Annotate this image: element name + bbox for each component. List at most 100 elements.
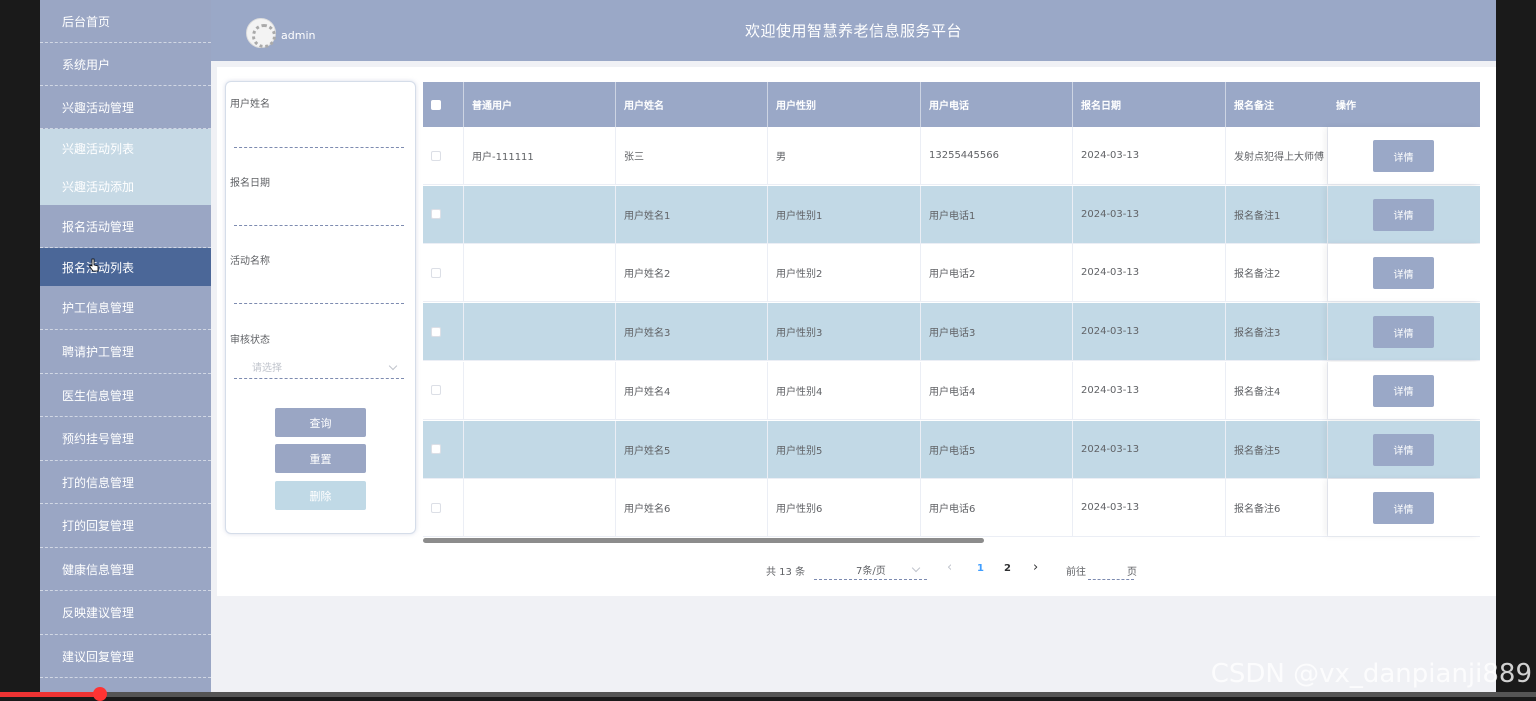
column-header[interactable]: 用户性别 bbox=[768, 82, 921, 127]
table-row[interactable]: 用户-111111张三男132554455662024-03-13发射点犯得上大… bbox=[423, 127, 1480, 185]
sidebar-item-interest-activity-mgmt[interactable]: 兴趣活动管理 bbox=[40, 86, 211, 129]
table-cell-user bbox=[464, 479, 616, 536]
table-cell-name: 用户姓名1 bbox=[616, 186, 768, 243]
sidebar-item-label: 打的回复管理 bbox=[62, 517, 134, 534]
table-cell-note: 报名备注5 bbox=[1226, 421, 1328, 478]
goto-suffix: 页 bbox=[1127, 563, 1137, 578]
detail-button[interactable]: 详情 bbox=[1373, 375, 1434, 407]
table-cell-name: 张三 bbox=[616, 127, 768, 184]
table-row[interactable]: 用户姓名6用户性别6用户电话62024-03-13报名备注6详情 bbox=[423, 479, 1480, 537]
sidebar-item-signup-activity-list[interactable]: 报名活动列表 bbox=[40, 248, 211, 286]
detail-button[interactable]: 详情 bbox=[1373, 434, 1434, 466]
table-cell-user bbox=[464, 244, 616, 301]
sidebar-item-label: 护工信息管理 bbox=[62, 299, 134, 316]
action-cell: 详情 bbox=[1328, 127, 1480, 184]
table-row[interactable]: 用户姓名2用户性别2用户电话22024-03-13报名备注2详情 bbox=[423, 244, 1480, 302]
table-cell-phone: 用户电话6 bbox=[921, 479, 1073, 536]
sidebar-item-feedback-reply-mgmt[interactable]: 建议回复管理 bbox=[40, 635, 211, 678]
table-row[interactable]: 用户姓名1用户性别1用户电话12024-03-13报名备注1详情 bbox=[423, 186, 1480, 244]
column-header[interactable]: 报名日期 bbox=[1073, 82, 1226, 127]
table-cell-phone: 用户电话4 bbox=[921, 362, 1073, 419]
page-number-1[interactable]: 1 bbox=[977, 563, 984, 574]
column-header[interactable]: 用户电话 bbox=[921, 82, 1073, 127]
chevron-down-icon bbox=[389, 362, 397, 370]
horizontal-scrollbar[interactable] bbox=[423, 538, 984, 543]
table-cell-date: 2024-03-13 bbox=[1073, 186, 1226, 243]
page-size-select[interactable]: 7条/页 bbox=[814, 560, 927, 580]
signup-date-input[interactable] bbox=[234, 202, 404, 226]
sidebar-item-label: 健康信息管理 bbox=[62, 561, 134, 578]
table-cell-gender: 用户性别3 bbox=[768, 303, 921, 360]
sidebar-item-label: 反映建议管理 bbox=[62, 604, 134, 621]
user-name-input[interactable] bbox=[234, 124, 404, 148]
row-checkbox[interactable] bbox=[431, 268, 441, 278]
sidebar-item-system-users[interactable]: 系统用户 bbox=[40, 43, 211, 86]
select-all-checkbox[interactable] bbox=[431, 100, 441, 110]
table-cell-note: 发射点犯得上大师傅 bbox=[1226, 127, 1328, 184]
sidebar-item-label: 医生信息管理 bbox=[62, 387, 134, 404]
table-row[interactable]: 用户姓名4用户性别4用户电话42024-03-13报名备注4详情 bbox=[423, 362, 1480, 420]
detail-button[interactable]: 详情 bbox=[1373, 257, 1434, 289]
table-cell-user: 用户-111111 bbox=[464, 127, 616, 184]
sidebar-item-hire-caregiver-mgmt[interactable]: 聘请护工管理 bbox=[40, 330, 211, 374]
signup-date-label: 报名日期 bbox=[230, 174, 270, 189]
column-header[interactable]: 普通用户 bbox=[464, 82, 616, 127]
sidebar-item-taxi-reply-mgmt[interactable]: 打的回复管理 bbox=[40, 504, 211, 548]
table-cell-user bbox=[464, 421, 616, 478]
table-cell-gender: 用户性别1 bbox=[768, 186, 921, 243]
table-row[interactable]: 用户姓名5用户性别5用户电话52024-03-13报名备注5详情 bbox=[423, 421, 1480, 479]
table-cell-note: 报名备注1 bbox=[1226, 186, 1328, 243]
sidebar-item-home[interactable]: 后台首页 bbox=[40, 0, 211, 43]
sidebar-item-interest-activity-add[interactable]: 兴趣活动添加 bbox=[40, 167, 211, 205]
sidebar-item-doctor-info-mgmt[interactable]: 医生信息管理 bbox=[40, 374, 211, 417]
sidebar-item-feedback-mgmt[interactable]: 反映建议管理 bbox=[40, 591, 211, 635]
row-checkbox[interactable] bbox=[431, 151, 441, 161]
row-checkbox[interactable] bbox=[431, 209, 441, 219]
page-number-2[interactable]: 2 bbox=[1004, 563, 1011, 574]
detail-button[interactable]: 详情 bbox=[1373, 199, 1434, 231]
video-progress-handle[interactable] bbox=[93, 687, 107, 701]
table-cell-date: 2024-03-13 bbox=[1073, 479, 1226, 536]
action-cell: 详情 bbox=[1328, 421, 1480, 478]
sidebar-item-signup-activity-mgmt[interactable]: 报名活动管理 bbox=[40, 205, 211, 248]
video-progress-bar[interactable] bbox=[0, 692, 1536, 697]
prev-page-button[interactable]: ‹ bbox=[947, 560, 952, 575]
user-name-label: 用户姓名 bbox=[230, 95, 270, 110]
sidebar-item-label: 后台首页 bbox=[62, 13, 110, 30]
review-status-select[interactable]: 请选择 bbox=[234, 355, 404, 379]
sidebar-item-appointment-mgmt[interactable]: 预约挂号管理 bbox=[40, 417, 211, 461]
column-header[interactable]: 报名备注 bbox=[1226, 82, 1328, 127]
reset-button[interactable]: 重置 bbox=[275, 444, 366, 473]
query-button[interactable]: 查询 bbox=[275, 408, 366, 437]
sidebar-item-label: 报名活动管理 bbox=[62, 218, 134, 235]
table-cell-name: 用户姓名4 bbox=[616, 362, 768, 419]
sidebar-item-caregiver-info-mgmt[interactable]: 护工信息管理 bbox=[40, 286, 211, 330]
row-checkbox[interactable] bbox=[431, 385, 441, 395]
sidebar-item-health-info-mgmt[interactable]: 健康信息管理 bbox=[40, 548, 211, 591]
table-cell-date: 2024-03-13 bbox=[1073, 127, 1226, 184]
detail-button[interactable]: 详情 bbox=[1373, 492, 1434, 524]
table-cell-date: 2024-03-13 bbox=[1073, 421, 1226, 478]
delete-button[interactable]: 删除 bbox=[275, 481, 366, 510]
table-cell-date: 2024-03-13 bbox=[1073, 362, 1226, 419]
table-cell-name: 用户姓名2 bbox=[616, 244, 768, 301]
sidebar-item-label: 兴趣活动列表 bbox=[62, 140, 134, 157]
page-title: 欢迎使用智慧养老信息服务平台 bbox=[211, 20, 1496, 41]
table-cell-note: 报名备注4 bbox=[1226, 362, 1328, 419]
search-filter-panel: 用户姓名 报名日期 活动名称 审核状态 请选择 查询 重置 删除 bbox=[225, 81, 416, 534]
detail-button[interactable]: 详情 bbox=[1373, 140, 1434, 172]
sidebar-item-taxi-info-mgmt[interactable]: 打的信息管理 bbox=[40, 461, 211, 504]
table-row[interactable]: 用户姓名3用户性别3用户电话32024-03-13报名备注3详情 bbox=[423, 303, 1480, 361]
column-header[interactable]: 用户姓名 bbox=[616, 82, 768, 127]
row-checkbox[interactable] bbox=[431, 444, 441, 454]
table-cell-gender: 用户性别2 bbox=[768, 244, 921, 301]
detail-button[interactable]: 详情 bbox=[1373, 316, 1434, 348]
sidebar-item-label: 兴趣活动管理 bbox=[62, 99, 134, 116]
sidebar-item-interest-activity-list[interactable]: 兴趣活动列表 bbox=[40, 129, 211, 167]
table-cell-phone: 用户电话2 bbox=[921, 244, 1073, 301]
row-checkbox[interactable] bbox=[431, 327, 441, 337]
activity-name-input[interactable] bbox=[234, 280, 404, 304]
row-checkbox[interactable] bbox=[431, 503, 441, 513]
next-page-button[interactable]: › bbox=[1033, 560, 1038, 575]
table-cell-date: 2024-03-13 bbox=[1073, 303, 1226, 360]
